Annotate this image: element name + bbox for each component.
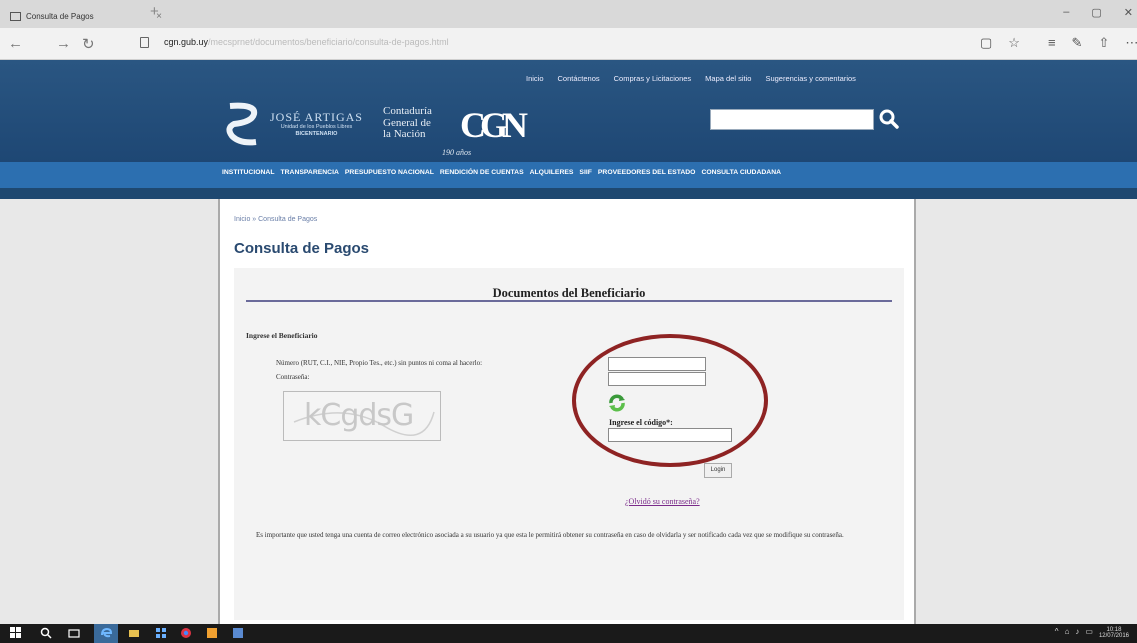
tab-title: Consulta de Pagos bbox=[26, 11, 94, 21]
system-tray: ^ ⌂ ♪ ▭ 10:18 12/07/2016 bbox=[1055, 627, 1129, 639]
top-link-compras[interactable]: Compras y Licitaciones bbox=[614, 74, 692, 83]
clock[interactable]: 10:18 12/07/2016 bbox=[1099, 627, 1129, 639]
artigas-subtitle: Unidad de los Pueblos Libres bbox=[280, 124, 353, 131]
tray-chevron-icon[interactable]: ^ bbox=[1055, 627, 1059, 639]
browser-tab[interactable]: Consulta de Pagos × bbox=[6, 4, 168, 28]
menu-institucional[interactable]: INSTITUCIONAL bbox=[222, 169, 274, 176]
url-field[interactable]: cgn.gub.uy/mecsprnet/documentos/benefici… bbox=[164, 37, 944, 47]
search-icon[interactable] bbox=[878, 107, 900, 131]
title-divider bbox=[246, 300, 892, 302]
top-link-mapa[interactable]: Mapa del sitio bbox=[705, 74, 751, 83]
top-link-sugerencias[interactable]: Sugerencias y comentarios bbox=[765, 74, 855, 83]
app-blue-icon[interactable] bbox=[232, 627, 244, 639]
documents-title: Documentos del Beneficiario bbox=[492, 286, 646, 300]
menu-consulta[interactable]: CONSULTA CIUDADANA bbox=[701, 169, 781, 176]
app-orange-icon[interactable] bbox=[206, 627, 218, 639]
menu-proveedores[interactable]: PROVEEDORES DEL ESTADO bbox=[598, 169, 696, 176]
section-label: Ingrese el Beneficiario bbox=[246, 331, 318, 340]
menu-rendicion[interactable]: RENDICIÓN DE CUENTAS bbox=[440, 169, 524, 176]
tab-page-icon bbox=[10, 11, 21, 21]
url-path: /mecsprnet/documentos/beneficiario/consu… bbox=[208, 37, 449, 47]
url-host: cgn.gub.uy bbox=[164, 37, 209, 47]
maximize-button[interactable]: ▢ bbox=[1091, 6, 1101, 19]
minimize-button[interactable]: – bbox=[1063, 6, 1069, 19]
anniversary-label: 190 años bbox=[442, 148, 472, 157]
artigas-logo: JOSÉ ARTIGAS Unidad de los Pueblos Libre… bbox=[270, 110, 363, 138]
file-explorer-icon[interactable] bbox=[128, 627, 140, 639]
more-icon[interactable]: ⋯ bbox=[1125, 35, 1137, 51]
store-icon[interactable] bbox=[155, 627, 167, 639]
main-menu: INSTITUCIONAL TRANSPARENCIA PRESUPUESTO … bbox=[222, 169, 781, 176]
network-icon[interactable]: ⌂ bbox=[1065, 627, 1070, 639]
breadcrumb[interactable]: Inicio » Consulta de Pagos bbox=[234, 216, 317, 223]
password-label: Contraseña: bbox=[276, 373, 310, 381]
cgn-logo-mark: CGN bbox=[460, 105, 528, 145]
cgn-line-3: la Nación bbox=[383, 128, 426, 141]
browser-tab-bar bbox=[0, 0, 1137, 28]
site-search-input[interactable] bbox=[710, 109, 874, 130]
close-window-button[interactable]: ✕ bbox=[1124, 6, 1133, 19]
browser-toolbar: ▢ ☆ ≡ ✎ ⇧ ⋯ bbox=[980, 35, 1137, 51]
cgn-logo-text[interactable]: Contaduría General de la Nación bbox=[383, 105, 432, 141]
chrome-icon[interactable] bbox=[180, 627, 192, 639]
top-link-contactenos[interactable]: Contáctenos bbox=[558, 74, 600, 83]
web-note-icon[interactable]: ✎ bbox=[1072, 35, 1083, 51]
windows-start-icon[interactable] bbox=[10, 627, 22, 639]
captcha-text: kCgdsG bbox=[304, 398, 414, 433]
window-controls: – ▢ ✕ bbox=[1063, 6, 1133, 19]
email-notice: Es importante que usted tenga una cuenta… bbox=[256, 531, 844, 539]
menu-presupuesto[interactable]: PRESUPUESTO NACIONAL bbox=[345, 169, 434, 176]
forgot-password-link[interactable]: ¿Olvidó su contraseña? bbox=[625, 497, 700, 506]
forward-button[interactable]: → bbox=[56, 35, 71, 52]
new-tab-button[interactable]: + bbox=[150, 3, 159, 20]
menu-alquileres[interactable]: ALQUILERES bbox=[530, 169, 574, 176]
windows-taskbar bbox=[0, 624, 1137, 643]
annotation-ellipse bbox=[572, 334, 768, 467]
number-label: Número (RUT, C.I., NIE, Propio Tes., etc… bbox=[276, 359, 483, 367]
search-taskbar-icon[interactable] bbox=[40, 627, 52, 639]
cgn-line-1: Contaduría bbox=[383, 105, 432, 117]
form-panel bbox=[234, 268, 904, 620]
keyboard-icon[interactable]: ▭ bbox=[1085, 627, 1093, 639]
volume-icon[interactable]: ♪ bbox=[1075, 627, 1079, 639]
artigas-title: JOSÉ ARTIGAS bbox=[270, 110, 363, 124]
task-view-icon[interactable] bbox=[68, 627, 80, 639]
edge-browser-icon[interactable] bbox=[100, 627, 112, 639]
share-icon[interactable]: ⇧ bbox=[1098, 35, 1109, 51]
login-button[interactable]: Login bbox=[704, 463, 732, 478]
back-button[interactable]: ← bbox=[8, 35, 23, 52]
captcha-image: kCgdsG bbox=[283, 391, 441, 441]
artigas-logo-icon bbox=[226, 102, 258, 146]
menu-siif[interactable]: SIIF bbox=[579, 169, 591, 176]
clock-date: 12/07/2016 bbox=[1098, 633, 1129, 639]
reading-view-icon[interactable]: ▢ bbox=[980, 35, 992, 51]
hub-icon[interactable]: ≡ bbox=[1048, 35, 1056, 51]
menu-transparencia[interactable]: TRANSPARENCIA bbox=[280, 169, 338, 176]
refresh-button[interactable]: ↻ bbox=[82, 35, 95, 53]
lock-icon bbox=[140, 37, 149, 48]
artigas-bicentenario: BICENTENARIO bbox=[295, 130, 338, 137]
favorite-icon[interactable]: ☆ bbox=[1008, 35, 1020, 51]
top-links: Inicio Contáctenos Compras y Licitacione… bbox=[526, 74, 856, 83]
top-link-inicio[interactable]: Inicio bbox=[526, 74, 544, 83]
page-title: Consulta de Pagos bbox=[234, 240, 370, 257]
